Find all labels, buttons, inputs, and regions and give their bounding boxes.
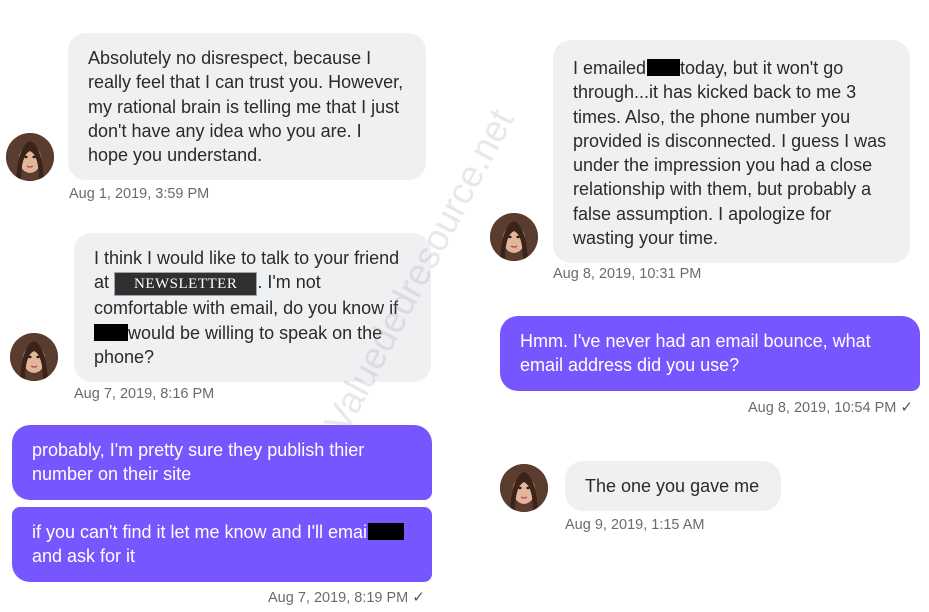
contact-avatar[interactable] bbox=[490, 213, 538, 261]
contact-avatar[interactable] bbox=[6, 133, 54, 181]
message-text: if you can't find it let me know and I'l… bbox=[32, 522, 377, 542]
incoming-message: I think I would like to talk to your fri… bbox=[74, 233, 431, 383]
message-text: probably, I'm pretty sure they publish t… bbox=[32, 440, 365, 485]
contact-avatar[interactable] bbox=[500, 464, 548, 512]
message-text: and ask for it bbox=[32, 546, 136, 567]
contact-avatar[interactable] bbox=[10, 333, 58, 381]
outgoing-message: probably, I'm pretty sure they publish t… bbox=[12, 425, 432, 500]
sent-check-icon: ✓ bbox=[900, 399, 913, 416]
sent-check-icon: ✓ bbox=[412, 589, 425, 606]
redacted-name-tag: NEWSLETTER bbox=[114, 272, 258, 297]
message-text: today, but it won't go through...it has … bbox=[573, 58, 887, 249]
incoming-message: I emailed today, but it won't go through… bbox=[553, 40, 910, 264]
message-timestamp: Aug 1, 2019, 3:59 PM bbox=[69, 186, 210, 202]
redacted-block bbox=[368, 523, 405, 540]
redacted-block bbox=[94, 323, 128, 341]
outgoing-message: Hmm. I've never had an email bounce, wha… bbox=[500, 316, 920, 391]
message-timestamp: Aug 8, 2019, 10:31 PM bbox=[553, 266, 702, 282]
message-text: would be willing to speak on the phone? bbox=[94, 322, 383, 367]
incoming-message: Absolutely no disrespect, because I real… bbox=[68, 33, 426, 181]
incoming-message: The one you gave me bbox=[565, 461, 781, 512]
message-timestamp: Aug 9, 2019, 1:15 AM bbox=[565, 517, 705, 533]
timestamp-text: Aug 8, 2019, 10:54 PM bbox=[748, 400, 897, 416]
message-timestamp: Aug 7, 2019, 8:19 PM ✓ bbox=[268, 588, 425, 606]
outgoing-message: if you can't find it let me know and I'l… bbox=[12, 507, 432, 582]
message-text: Hmm. I've never had an email bounce, wha… bbox=[520, 331, 871, 376]
message-text: The one you gave me bbox=[585, 476, 760, 496]
message-timestamp: Aug 7, 2019, 8:16 PM bbox=[74, 386, 215, 402]
message-text: Absolutely no disrespect, because I real… bbox=[88, 48, 404, 166]
message-text: I emailed bbox=[573, 58, 652, 78]
message-timestamp: Aug 8, 2019, 10:54 PM ✓ bbox=[748, 398, 913, 416]
redacted-block bbox=[647, 59, 681, 76]
timestamp-text: Aug 7, 2019, 8:19 PM bbox=[268, 590, 409, 606]
